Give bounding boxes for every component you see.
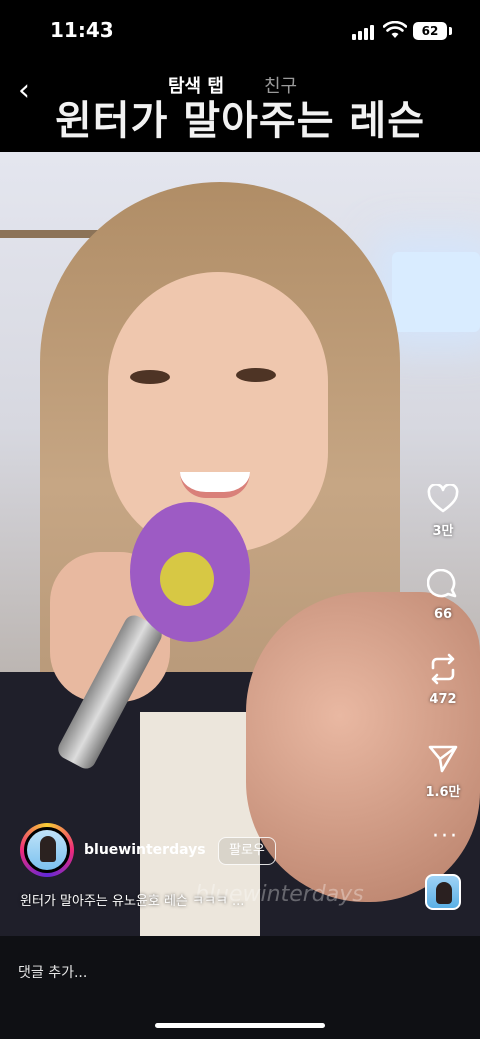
person-eye-right <box>236 368 276 382</box>
comment-count: 66 <box>433 607 453 622</box>
video-player[interactable] <box>0 152 480 936</box>
username[interactable]: bluewinterdays <box>84 842 206 858</box>
avatar-figure <box>40 836 56 862</box>
like-count: 3만 <box>432 524 454 539</box>
comment-input[interactable]: 댓글 추가... <box>18 962 87 982</box>
share-action[interactable]: 1.6만 <box>421 743 465 800</box>
home-indicator[interactable] <box>155 1023 325 1028</box>
heart-icon[interactable] <box>427 484 459 514</box>
repost-action[interactable]: 472 <box>421 652 465 707</box>
video-caption: 윈터가 말아주는 레슨 <box>54 98 426 144</box>
wifi-icon <box>383 21 407 38</box>
follow-button[interactable]: 팔로우 <box>218 837 276 865</box>
comment-icon[interactable] <box>427 569 459 601</box>
like-action[interactable]: 3만 <box>421 484 465 539</box>
more-horizontal-icon[interactable]: ··· <box>432 826 459 848</box>
status-bar: 11:43 62 <box>0 0 480 60</box>
audio-thumbnail-figure <box>436 882 452 904</box>
flower-plush-center <box>160 552 214 606</box>
avatar[interactable] <box>24 827 70 873</box>
audio-thumbnail[interactable] <box>425 874 461 910</box>
share-count: 1.6만 <box>425 785 461 800</box>
battery-level: 62 <box>421 24 439 38</box>
person-eye-left <box>130 370 170 384</box>
repost-icon[interactable] <box>427 652 459 686</box>
comment-action[interactable]: 66 <box>421 569 465 622</box>
signal-icon <box>352 24 376 40</box>
battery-tip <box>449 27 452 35</box>
repost-count: 472 <box>429 692 457 707</box>
send-icon[interactable] <box>427 743 459 775</box>
battery-icon: 62 <box>413 22 447 40</box>
studio-light <box>392 252 480 332</box>
bottom-bar: 댓글 추가... <box>0 936 480 1039</box>
status-time: 11:43 <box>50 18 114 42</box>
post-description[interactable]: 윈터가 말아주는 유노윤호 레슨 ㅋㅋㅋ ... <box>20 890 244 909</box>
